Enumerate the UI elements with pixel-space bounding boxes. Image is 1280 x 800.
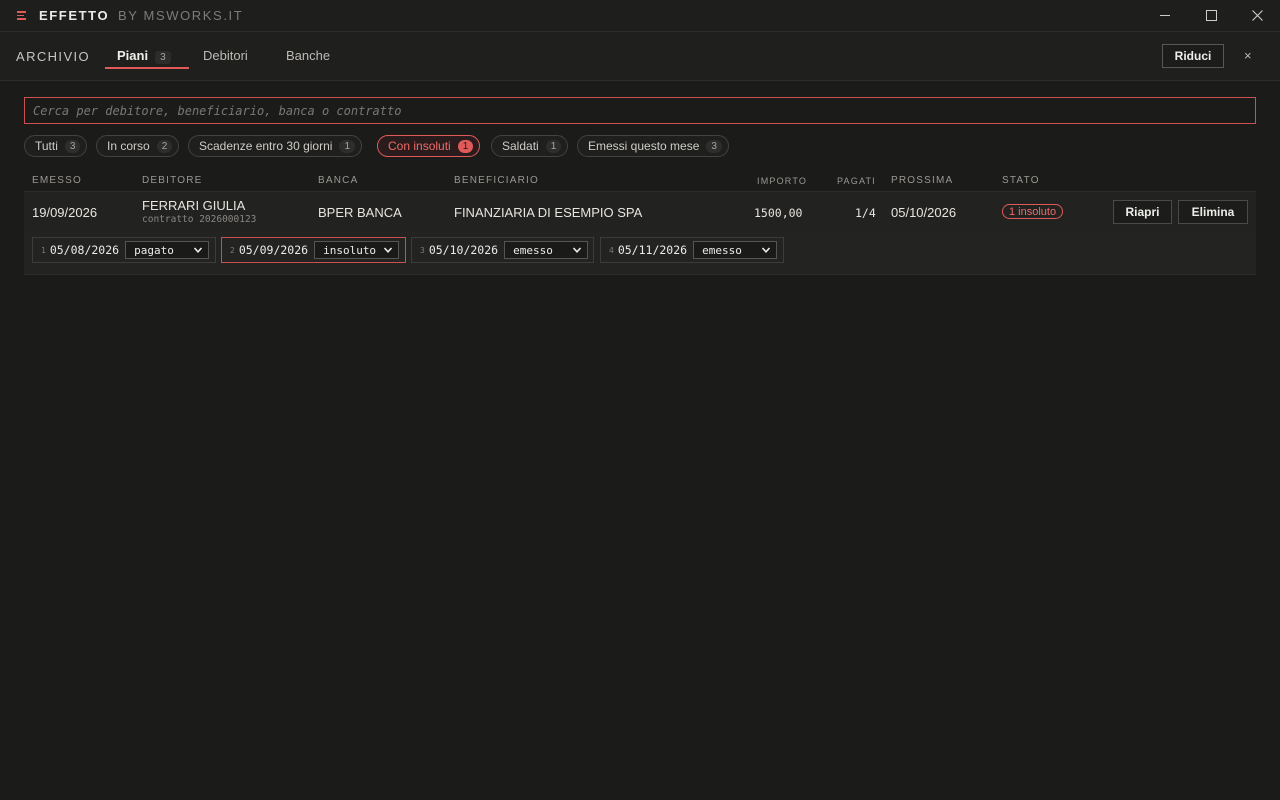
window-close-button[interactable]	[1234, 0, 1280, 31]
section-title: ARCHIVIO	[16, 49, 91, 64]
installment-date: 05/08/2026	[49, 243, 120, 257]
col-banca: BANCA	[318, 175, 359, 186]
filter-label: Saldati	[502, 139, 539, 153]
installment-item: 4 05/11/2026 emesso	[600, 237, 784, 263]
app-title: EFFETTO	[39, 8, 110, 23]
tab-label: Piani	[117, 48, 149, 63]
title-bar: EFFETTO BY MSWORKS.IT	[0, 0, 1280, 32]
filter-label: Scadenze entro 30 giorni	[199, 139, 333, 153]
nav-bar: ARCHIVIO Piani 3 Debitori Banche Riduci ×	[0, 32, 1280, 81]
filter-tutti[interactable]: Tutti 3	[24, 135, 88, 157]
select-value: emesso	[513, 243, 553, 257]
tab-piani[interactable]: Piani 3	[117, 48, 171, 64]
installment-item: 3 05/10/2026 emesso	[411, 237, 594, 263]
installment-number: 2	[230, 245, 235, 255]
filter-label: Tutti	[35, 139, 58, 153]
active-tab-indicator	[105, 67, 189, 69]
close-icon	[1251, 10, 1263, 21]
filter-saldati[interactable]: Saldati 1	[491, 135, 569, 157]
installment-item: 2 05/09/2026 insoluto	[221, 237, 406, 263]
filter-count: 1	[457, 139, 474, 153]
panel-close-button[interactable]: ×	[1244, 48, 1252, 63]
filter-emessi-mese[interactable]: Emessi questo mese 3	[577, 135, 729, 157]
installment-date: 05/09/2026	[238, 243, 309, 257]
filter-label: Con insoluti	[388, 139, 451, 153]
app-subtitle: BY MSWORKS.IT	[118, 8, 244, 23]
installment-status-select[interactable]: emesso	[693, 241, 778, 259]
installment-status-select[interactable]: pagato	[125, 241, 210, 259]
col-prossima: PROSSIMA	[891, 175, 954, 186]
filter-count: 3	[64, 139, 81, 153]
cell-pagati: 1/4	[855, 206, 876, 220]
filter-count: 1	[545, 139, 562, 153]
filter-scadenze-30[interactable]: Scadenze entro 30 giorni 1	[188, 135, 362, 157]
col-pagati: PAGATI	[837, 176, 876, 186]
filter-con-insoluti[interactable]: Con insoluti 1	[377, 135, 481, 157]
filter-label: In corso	[107, 139, 150, 153]
installment-status-select[interactable]: insoluto	[314, 241, 400, 259]
col-beneficiario: BENEFICIARIO	[454, 175, 539, 186]
cell-prossima: 05/10/2026	[891, 205, 957, 220]
status-badge: 1 insoluto	[1002, 204, 1064, 219]
cell-importo: 1500,00	[754, 206, 803, 220]
col-debitore: DEBITORE	[142, 175, 203, 186]
col-stato: STATO	[1002, 175, 1040, 186]
tab-debitori[interactable]: Debitori	[203, 48, 248, 63]
col-importo: IMPORTO	[757, 176, 808, 186]
cell-contratto: contratto 2026000123	[142, 214, 257, 225]
elimina-button[interactable]: Elimina	[1178, 200, 1248, 224]
maximize-icon	[1205, 10, 1217, 21]
installment-number: 1	[41, 245, 46, 255]
filter-count: 2	[156, 139, 173, 153]
search-input[interactable]	[25, 98, 1255, 123]
chevron-down-icon	[383, 247, 393, 253]
chevron-down-icon	[193, 247, 203, 253]
menu-icon[interactable]	[17, 11, 26, 20]
select-value: insoluto	[323, 243, 377, 257]
maximize-button[interactable]	[1188, 0, 1234, 31]
tab-banche[interactable]: Banche	[286, 48, 330, 63]
cell-banca: BPER BANCA	[318, 205, 402, 220]
filter-count: 3	[706, 139, 722, 153]
installment-date: 05/10/2026	[428, 243, 499, 257]
installment-number: 4	[609, 245, 614, 255]
search-box	[24, 97, 1256, 124]
installment-number: 3	[420, 245, 425, 255]
cell-beneficiario: FINANZIARIA DI ESEMPIO SPA	[454, 205, 643, 220]
filter-count: 1	[339, 139, 355, 153]
cell-debitore: FERRARI GIULIA	[142, 198, 246, 213]
filter-in-corso[interactable]: In corso 2	[96, 135, 180, 157]
installment-date: 05/11/2026	[617, 243, 688, 257]
tab-count: 3	[155, 51, 171, 64]
select-value: pagato	[134, 243, 174, 257]
col-emesso: EMESSO	[32, 175, 82, 186]
select-value: emesso	[702, 243, 742, 257]
minimize-icon	[1160, 15, 1170, 16]
cell-emesso: 19/09/2026	[32, 205, 98, 220]
riduci-button[interactable]: Riduci	[1162, 44, 1224, 68]
chevron-down-icon	[572, 247, 582, 253]
installment-item: 1 05/08/2026 pagato	[32, 237, 216, 263]
riapri-button[interactable]: Riapri	[1113, 200, 1172, 224]
minimize-button[interactable]	[1142, 0, 1188, 31]
table-row[interactable]: 19/09/2026 FERRARI GIULIA contratto 2026…	[24, 191, 1256, 233]
filter-label: Emessi questo mese	[588, 139, 700, 153]
chevron-down-icon	[761, 247, 771, 253]
installments-strip: 1 05/08/2026 pagato 2 05/09/2026 insolut…	[24, 232, 1256, 275]
installment-status-select[interactable]: emesso	[504, 241, 589, 259]
